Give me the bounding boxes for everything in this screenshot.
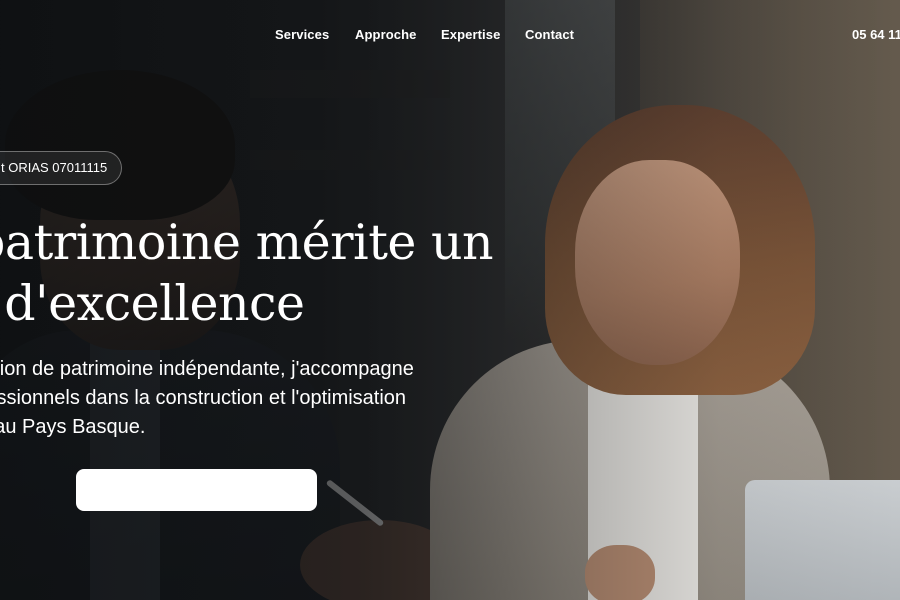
hero-subtitle-line-1: gestion de patrimoine indépendante, j'ac… <box>0 358 414 380</box>
hero-heading: patrimoine mérite un l d'excellence <box>0 212 594 334</box>
orias-badge: t ORIAS 07011115 <box>0 151 123 185</box>
hero-heading-line-1: patrimoine mérite un <box>0 214 494 271</box>
main-navigation: Services Approche Expertise Contact 05 6… <box>0 0 900 72</box>
nav-link-approche[interactable]: Approche <box>355 27 416 42</box>
hero-subtitle-line-3: ine au Pays Basque. <box>0 416 146 438</box>
nav-link-services[interactable]: Services <box>275 27 329 42</box>
phone-number-link[interactable]: 05 64 11 <box>852 27 900 42</box>
hero-subtitle-line-2: rofessionnels dans la construction et l'… <box>0 387 407 409</box>
primary-cta-button[interactable] <box>76 469 317 511</box>
hero-subtitle: gestion de patrimoine indépendante, j'ac… <box>0 355 522 442</box>
nav-link-expertise[interactable]: Expertise <box>441 27 500 42</box>
nav-link-contact[interactable]: Contact <box>525 27 574 42</box>
hero-heading-line-2: l d'excellence <box>0 275 305 332</box>
